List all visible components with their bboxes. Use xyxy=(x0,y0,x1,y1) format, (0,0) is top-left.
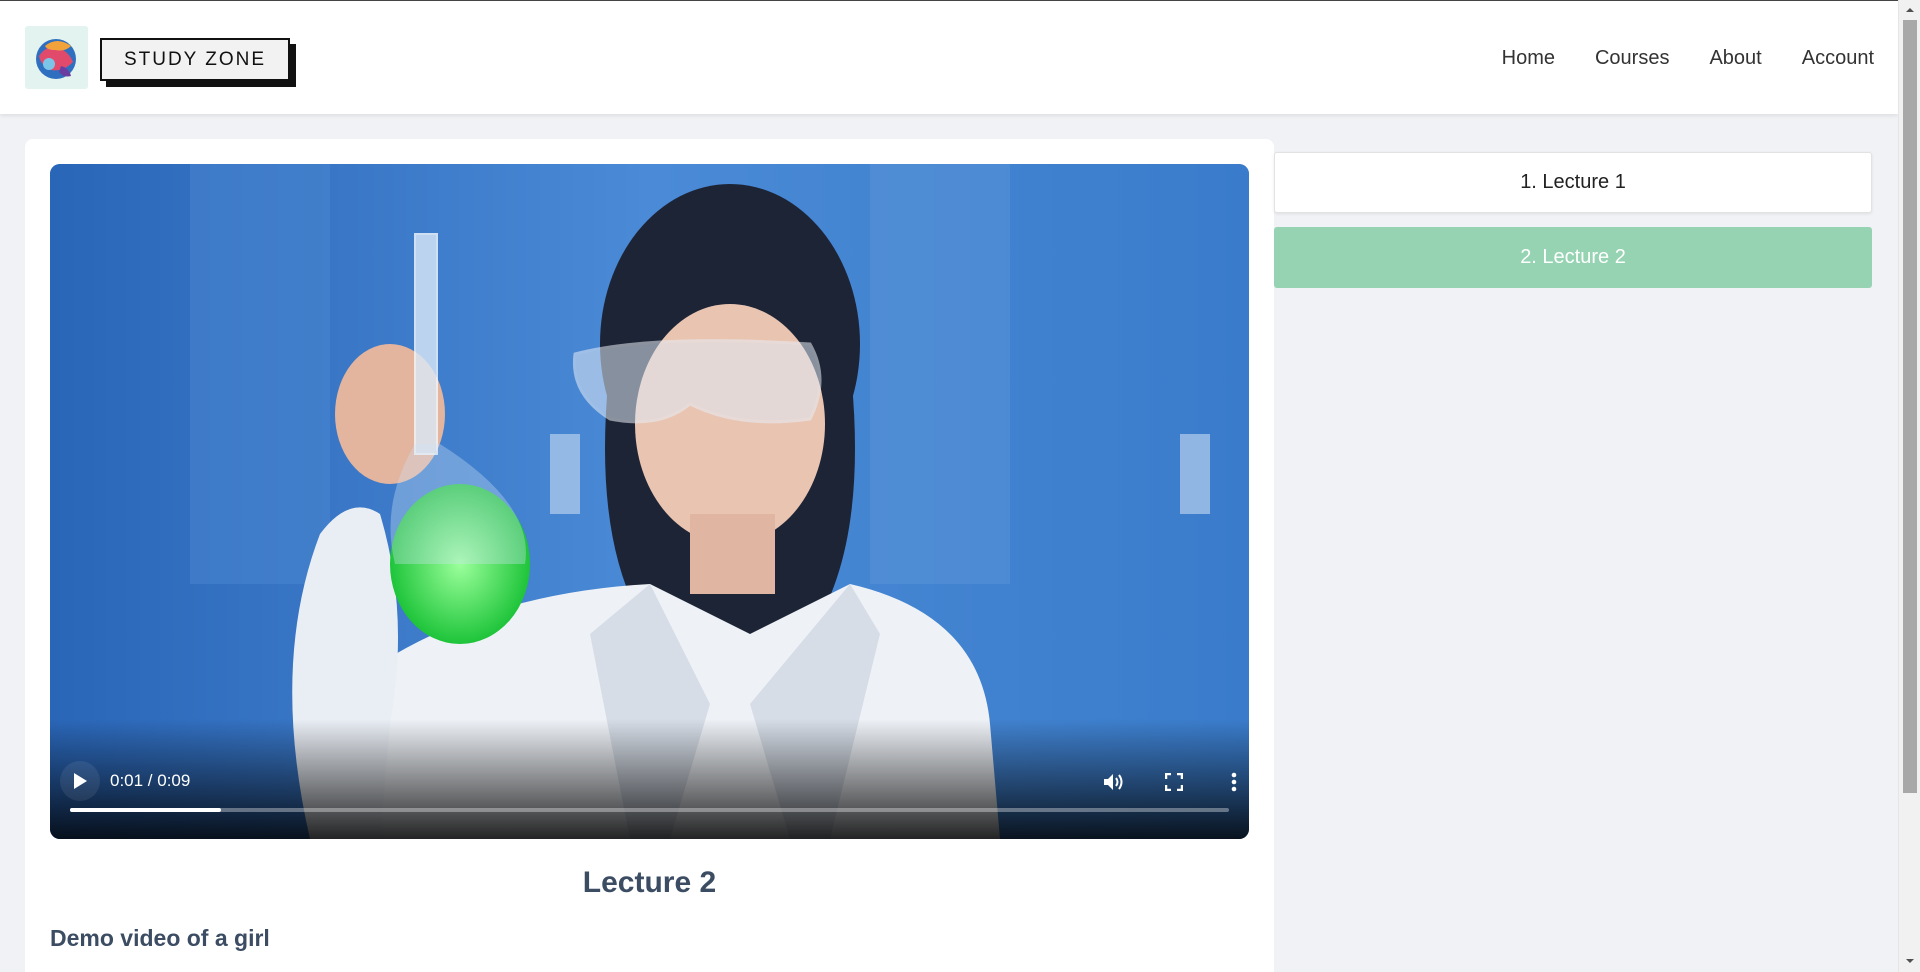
volume-icon xyxy=(1104,774,1123,790)
page-scrollbar[interactable] xyxy=(1898,0,1920,972)
lecture-card: 0:01 / 0:09 Lecture 2 Demo video of a gi… xyxy=(25,139,1274,972)
lecture-item-2[interactable]: 2. Lecture 2 xyxy=(1274,227,1872,288)
nav-home[interactable]: Home xyxy=(1502,47,1555,70)
fullscreen-button[interactable] xyxy=(1157,765,1191,799)
lecture-title: Lecture 2 xyxy=(582,866,717,899)
controls-overlay xyxy=(50,719,1249,839)
brand-logo[interactable]: STUDY ZONE xyxy=(100,38,296,87)
fullscreen-icon xyxy=(1165,773,1183,791)
site-header: STUDY ZONE Home Courses About Account xyxy=(0,0,1898,114)
scroll-up-icon[interactable] xyxy=(1904,4,1916,16)
logo-icon[interactable] xyxy=(25,26,88,89)
progress-fill xyxy=(70,808,221,812)
video-player[interactable]: 0:01 / 0:09 xyxy=(50,164,1249,839)
nav-about[interactable]: About xyxy=(1709,47,1761,70)
scroll-down-icon[interactable] xyxy=(1904,955,1916,967)
play-icon xyxy=(74,773,87,789)
brand-name[interactable]: STUDY ZONE xyxy=(100,38,290,81)
scroll-thumb[interactable] xyxy=(1903,20,1917,793)
nav-courses[interactable]: Courses xyxy=(1595,47,1669,70)
lecture-description: Demo video of a girl xyxy=(50,925,270,951)
main-nav: Home Courses About Account xyxy=(1462,1,1874,115)
lecture-item-1[interactable]: 1. Lecture 1 xyxy=(1274,152,1872,213)
more-options-button[interactable] xyxy=(1217,765,1249,799)
time-display: 0:01 / 0:09 xyxy=(110,771,191,790)
progress-bar[interactable] xyxy=(70,808,1229,812)
volume-button[interactable] xyxy=(1097,765,1131,799)
more-vertical-icon xyxy=(1231,772,1237,792)
play-button[interactable] xyxy=(60,761,100,801)
nav-account[interactable]: Account xyxy=(1802,47,1874,70)
